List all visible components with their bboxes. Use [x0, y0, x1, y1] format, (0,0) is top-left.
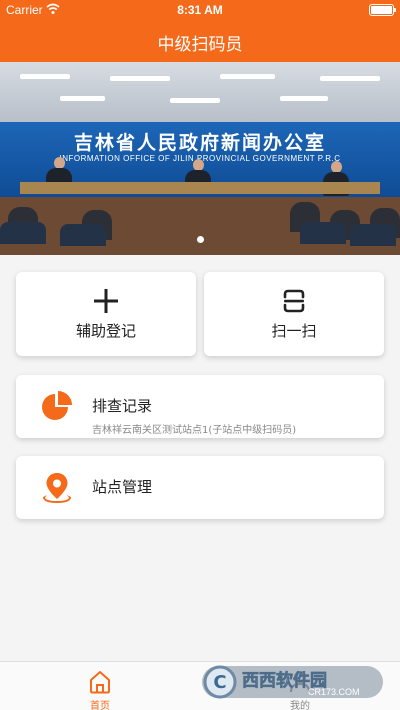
- station-manage-button[interactable]: 站点管理: [16, 456, 384, 519]
- tab-home[interactable]: 首页: [0, 662, 200, 710]
- status-bar: Carrier 8:31 AM: [0, 0, 400, 20]
- assist-register-label: 辅助登记: [75, 322, 136, 340]
- battery-icon: [369, 4, 396, 16]
- svg-text:C: C: [213, 672, 226, 693]
- page-title: 中级扫码员: [157, 35, 243, 55]
- station-manage-label: 站点管理: [92, 478, 153, 496]
- banner-carousel[interactable]: 吉林省人民政府新闻办公室 INFORMATION OFFICE OF JILIN…: [0, 62, 400, 255]
- records-button[interactable]: 排查记录 吉林祥云南关区测试站点1(子站点中级扫码员): [16, 375, 384, 438]
- home-icon: [90, 671, 110, 694]
- scan-button[interactable]: 扫一扫: [204, 272, 384, 356]
- scan-label: 扫一扫: [271, 322, 317, 340]
- records-label: 排查记录: [92, 397, 153, 415]
- plus-icon: [94, 289, 118, 313]
- banner-wall-text: 吉林省人民政府新闻办公室: [73, 132, 326, 154]
- nav-bar: 中级扫码员: [0, 20, 400, 62]
- watermark-url: CR173.COM: [308, 687, 360, 697]
- tab-home-label: 首页: [90, 701, 110, 710]
- clock-time: 8:31 AM: [177, 3, 223, 17]
- assist-register-button[interactable]: 辅助登记: [16, 272, 196, 356]
- carousel-indicator[interactable]: [197, 236, 204, 243]
- banner-ceiling: [0, 62, 400, 122]
- pie-chart-icon: [42, 391, 72, 420]
- watermark-logo: C 西西软件园 CR173.COM: [202, 665, 383, 699]
- scan-icon: [283, 289, 305, 313]
- records-subtitle: 吉林祥云南关区测试站点1(子站点中级扫码员): [92, 425, 297, 436]
- location-pin-icon: [43, 473, 71, 503]
